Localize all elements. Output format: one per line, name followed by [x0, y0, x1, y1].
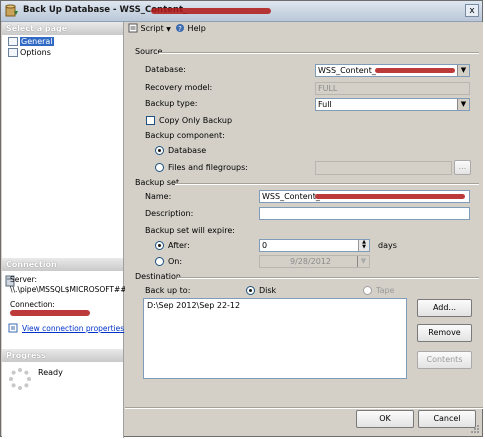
list-item[interactable]: D:\Sep 2012\Sep 22-12 — [147, 301, 240, 310]
spin-arrows-icon[interactable]: ▲ ▼ — [358, 240, 369, 251]
server-label: Server: — [10, 275, 37, 284]
expire-date-picker: 9/28/2012 ▼ — [259, 255, 370, 268]
script-button[interactable]: Script ▼ — [128, 23, 171, 33]
component-database-label: Database — [168, 146, 207, 155]
page-icon — [8, 48, 18, 57]
expire-on-radio[interactable] — [155, 257, 164, 266]
contents-button[interactable]: Contents — [417, 351, 472, 369]
footer-divider — [125, 407, 483, 409]
expire-days-value: 0 — [262, 241, 268, 250]
cancel-button[interactable]: Cancel — [418, 410, 476, 428]
backup-type-select[interactable]: Full ▼ — [315, 98, 470, 111]
page-item-label: Options — [20, 48, 51, 57]
copy-only-checkbox[interactable] — [146, 116, 155, 125]
toolbar: Script ▼ ? Help — [125, 22, 483, 36]
backup-type-label: Backup type: — [145, 99, 198, 108]
remove-button[interactable]: Remove — [417, 324, 472, 342]
properties-icon — [8, 323, 18, 333]
expire-date-value: 9/28/2012 — [290, 257, 332, 266]
script-icon — [128, 23, 138, 33]
help-label: Help — [187, 24, 206, 33]
database-value: WSS_Content_ — [318, 66, 376, 75]
disk-label: Disk — [259, 286, 277, 295]
description-label: Description: — [145, 209, 194, 218]
close-button[interactable]: x — [465, 4, 479, 17]
database-label: Database: — [145, 65, 186, 74]
backup-type-value: Full — [318, 100, 332, 109]
component-database-radio[interactable] — [155, 146, 164, 155]
page-icon — [8, 37, 18, 46]
on-label: On: — [168, 257, 183, 266]
select-page-header: Select a page — [2, 22, 123, 35]
progress-status: Ready — [38, 368, 63, 377]
svg-text:?: ? — [178, 25, 182, 33]
backup-component-label: Backup component: — [145, 131, 225, 140]
days-label: days — [378, 241, 397, 250]
backup-set-divider — [175, 183, 479, 185]
general-page: Script ▼ ? Help Source Database: WSS_Con… — [125, 22, 483, 407]
filegroups-browse-button[interactable]: ... — [454, 160, 471, 175]
add-button[interactable]: Add... — [417, 299, 472, 317]
chevron-down-icon: ▼ — [457, 99, 469, 110]
name-label: Name: — [145, 192, 172, 201]
database-backup-icon — [5, 4, 18, 17]
connection-header: Connection — [2, 258, 123, 271]
dialog-footer: OK Cancel — [125, 407, 483, 438]
view-connection-properties-link[interactable]: View connection properties — [22, 324, 124, 333]
copy-only-label: Copy Only Backup — [159, 116, 233, 125]
help-icon: ? — [176, 24, 184, 33]
progress-spinner-icon — [9, 368, 31, 390]
chevron-down-icon: ▼ — [166, 26, 171, 33]
left-pane: Select a page General Options Connection… — [2, 22, 127, 438]
connection-label: Connection: — [10, 300, 55, 309]
component-files-radio[interactable] — [155, 163, 164, 172]
recovery-model-label: Recovery model: — [145, 83, 213, 92]
help-button[interactable]: ? Help — [175, 23, 206, 33]
source-divider — [159, 52, 479, 54]
expire-label: Backup set will expire: — [145, 226, 235, 235]
description-input[interactable] — [259, 207, 470, 220]
chevron-down-icon: ▼ — [357, 256, 369, 267]
page-item-general[interactable]: General — [6, 36, 54, 47]
component-files-label: Files and filegroups: — [168, 163, 248, 172]
resize-grip-icon[interactable] — [470, 424, 480, 434]
title-bar[interactable]: Back Up Database - WSS_Content_ x — [1, 1, 482, 22]
expire-after-radio[interactable] — [155, 241, 164, 250]
backup-database-dialog: Back Up Database - WSS_Content_ x Select… — [0, 0, 483, 438]
back-up-to-label: Back up to: — [145, 286, 191, 295]
redacted-backup-name — [315, 194, 465, 199]
filegroups-field — [315, 161, 452, 175]
script-label: Script — [140, 24, 164, 33]
backup-destination-list[interactable]: D:\Sep 2012\Sep 22-12 — [143, 298, 407, 379]
ok-button[interactable]: OK — [356, 410, 414, 428]
redacted-title-text — [151, 8, 271, 14]
chevron-down-icon: ▼ — [457, 65, 469, 76]
tape-label: Tape — [376, 286, 395, 295]
close-icon: x — [469, 6, 475, 16]
destination-divider — [177, 277, 479, 279]
redacted-database-name — [375, 68, 455, 73]
page-item-options[interactable]: Options — [6, 47, 51, 58]
progress-header: Progress — [2, 349, 123, 362]
redacted-connection — [10, 310, 90, 316]
after-label: After: — [168, 241, 190, 250]
page-item-label: General — [20, 37, 54, 46]
recovery-model-field: FULL — [315, 82, 470, 95]
tape-radio[interactable] — [363, 286, 372, 295]
destination-section-label: Destination — [135, 272, 181, 281]
disk-radio[interactable] — [246, 286, 255, 295]
backup-set-section-label: Backup set — [135, 178, 180, 187]
server-value: \\.\pipe\MSSQL$MICROSOFT## — [10, 285, 127, 294]
expire-days-stepper[interactable]: 0 ▲ ▼ — [259, 239, 370, 252]
